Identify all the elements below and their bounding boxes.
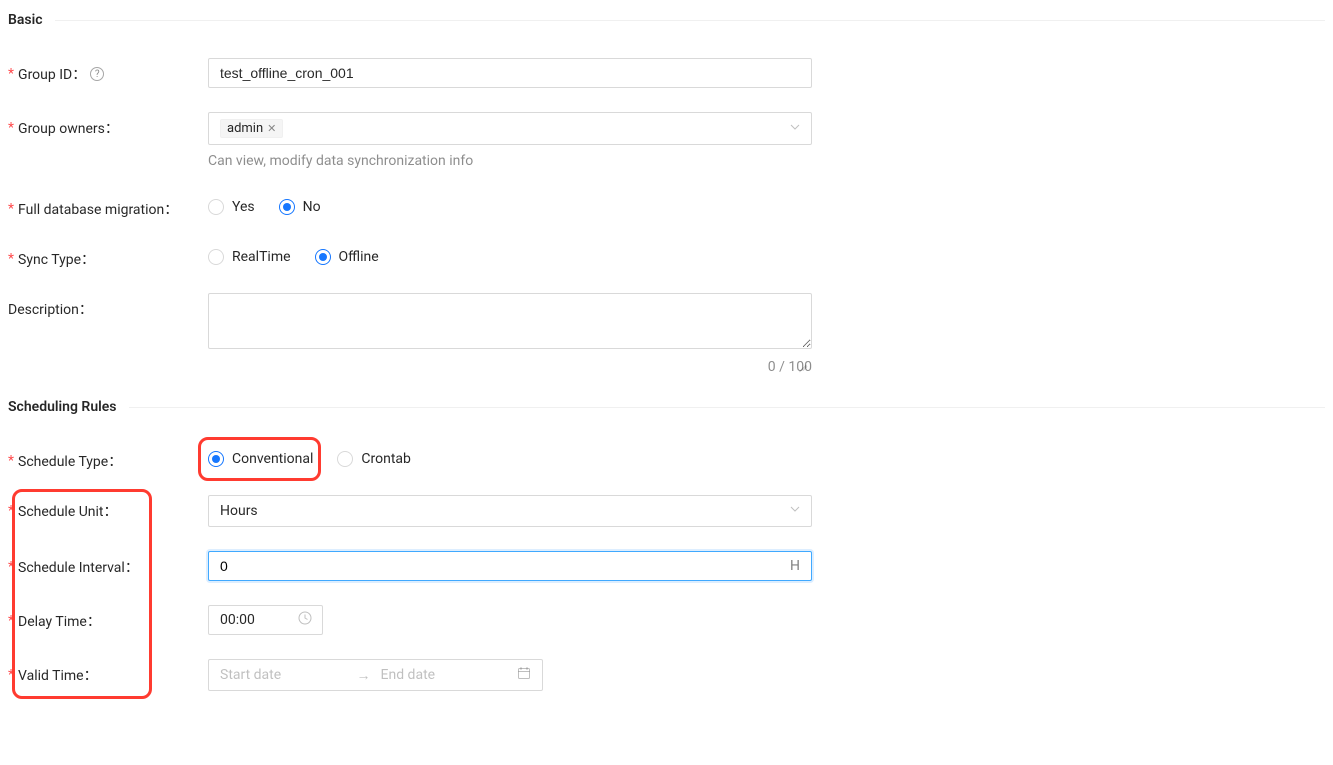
radio-sync-realtime[interactable]: RealTime [208,249,291,265]
schedule-type-radio-group: Conventional Crontab [208,445,812,467]
chevron-down-icon [789,121,801,137]
chevron-down-icon [789,503,801,519]
divider [55,20,1325,21]
section-header-basic: Basic [8,12,1325,28]
label-full-db-migration: * Full database migration [8,193,208,219]
required-asterisk: * [8,251,14,267]
clock-icon [298,611,312,629]
row-group-owners: * Group owners admin ✕ Can view, modify … [8,112,1325,169]
radio-full-db-no[interactable]: No [279,199,321,215]
row-sync-type: * Sync Type RealTime Offline [8,243,1325,269]
radio-full-db-yes[interactable]: Yes [208,199,255,215]
row-schedule-unit: * Schedule Unit Hours [8,495,1325,527]
radio-schedule-conventional[interactable]: Conventional [208,451,313,467]
arrow-right-icon: → [357,667,371,684]
section-title-basic: Basic [8,12,55,28]
row-description: Description 0 / 100 [8,293,1325,375]
section-header-scheduling: Scheduling Rules [8,399,1325,415]
owner-tag: admin ✕ [220,119,283,138]
label-group-owners: * Group owners [8,112,208,138]
row-schedule-interval: * Schedule Interval H [8,551,1325,581]
label-delay-time: * Delay Time [8,605,208,631]
row-valid-time: * Valid Time Start date → End date [8,659,1325,691]
required-asterisk: * [8,559,14,575]
required-asterisk: * [8,66,14,82]
start-date-placeholder: Start date [220,667,347,683]
required-asterisk: * [8,667,14,683]
group-owners-select[interactable]: admin ✕ [208,112,812,145]
radio-sync-offline[interactable]: Offline [315,249,379,265]
end-date-placeholder: End date [381,667,508,683]
label-sync-type: * Sync Type [8,243,208,269]
label-valid-time: * Valid Time [8,659,208,685]
radio-schedule-crontab[interactable]: Crontab [337,451,411,467]
label-group-id: * Group ID ? [8,58,208,84]
help-icon[interactable]: ? [90,67,104,81]
group-id-input[interactable] [208,58,812,88]
delay-time-input[interactable]: 00:00 [208,605,323,635]
schedule-interval-input-wrapper: H [208,551,812,581]
required-asterisk: * [8,503,14,519]
description-textarea[interactable] [208,293,812,349]
required-asterisk: * [8,201,14,217]
required-asterisk: * [8,613,14,629]
schedule-interval-input[interactable] [220,552,790,580]
group-owners-helper: Can view, modify data synchronization in… [208,153,812,169]
row-schedule-type: * Schedule Type Conventional Crontab [8,445,1325,471]
description-char-count: 0 / 100 [208,359,812,375]
section-title-scheduling: Scheduling Rules [8,399,129,415]
sync-type-radio-group: RealTime Offline [208,243,812,265]
row-group-id: * Group ID ? [8,58,1325,88]
label-schedule-unit: * Schedule Unit [8,495,208,521]
divider [129,407,1326,408]
row-full-db-migration: * Full database migration Yes No [8,193,1325,219]
schedule-unit-select[interactable]: Hours [208,495,812,527]
label-schedule-interval: * Schedule Interval [8,551,208,577]
close-icon[interactable]: ✕ [267,122,276,135]
valid-time-range-picker[interactable]: Start date → End date [208,659,543,691]
full-db-migration-radio-group: Yes No [208,193,812,215]
required-asterisk: * [8,120,14,136]
calendar-icon [517,666,531,684]
row-delay-time: * Delay Time 00:00 [8,605,1325,635]
required-asterisk: * [8,453,14,469]
interval-suffix: H [790,558,800,574]
label-schedule-type: * Schedule Type [8,445,208,471]
label-description: Description [8,293,208,319]
